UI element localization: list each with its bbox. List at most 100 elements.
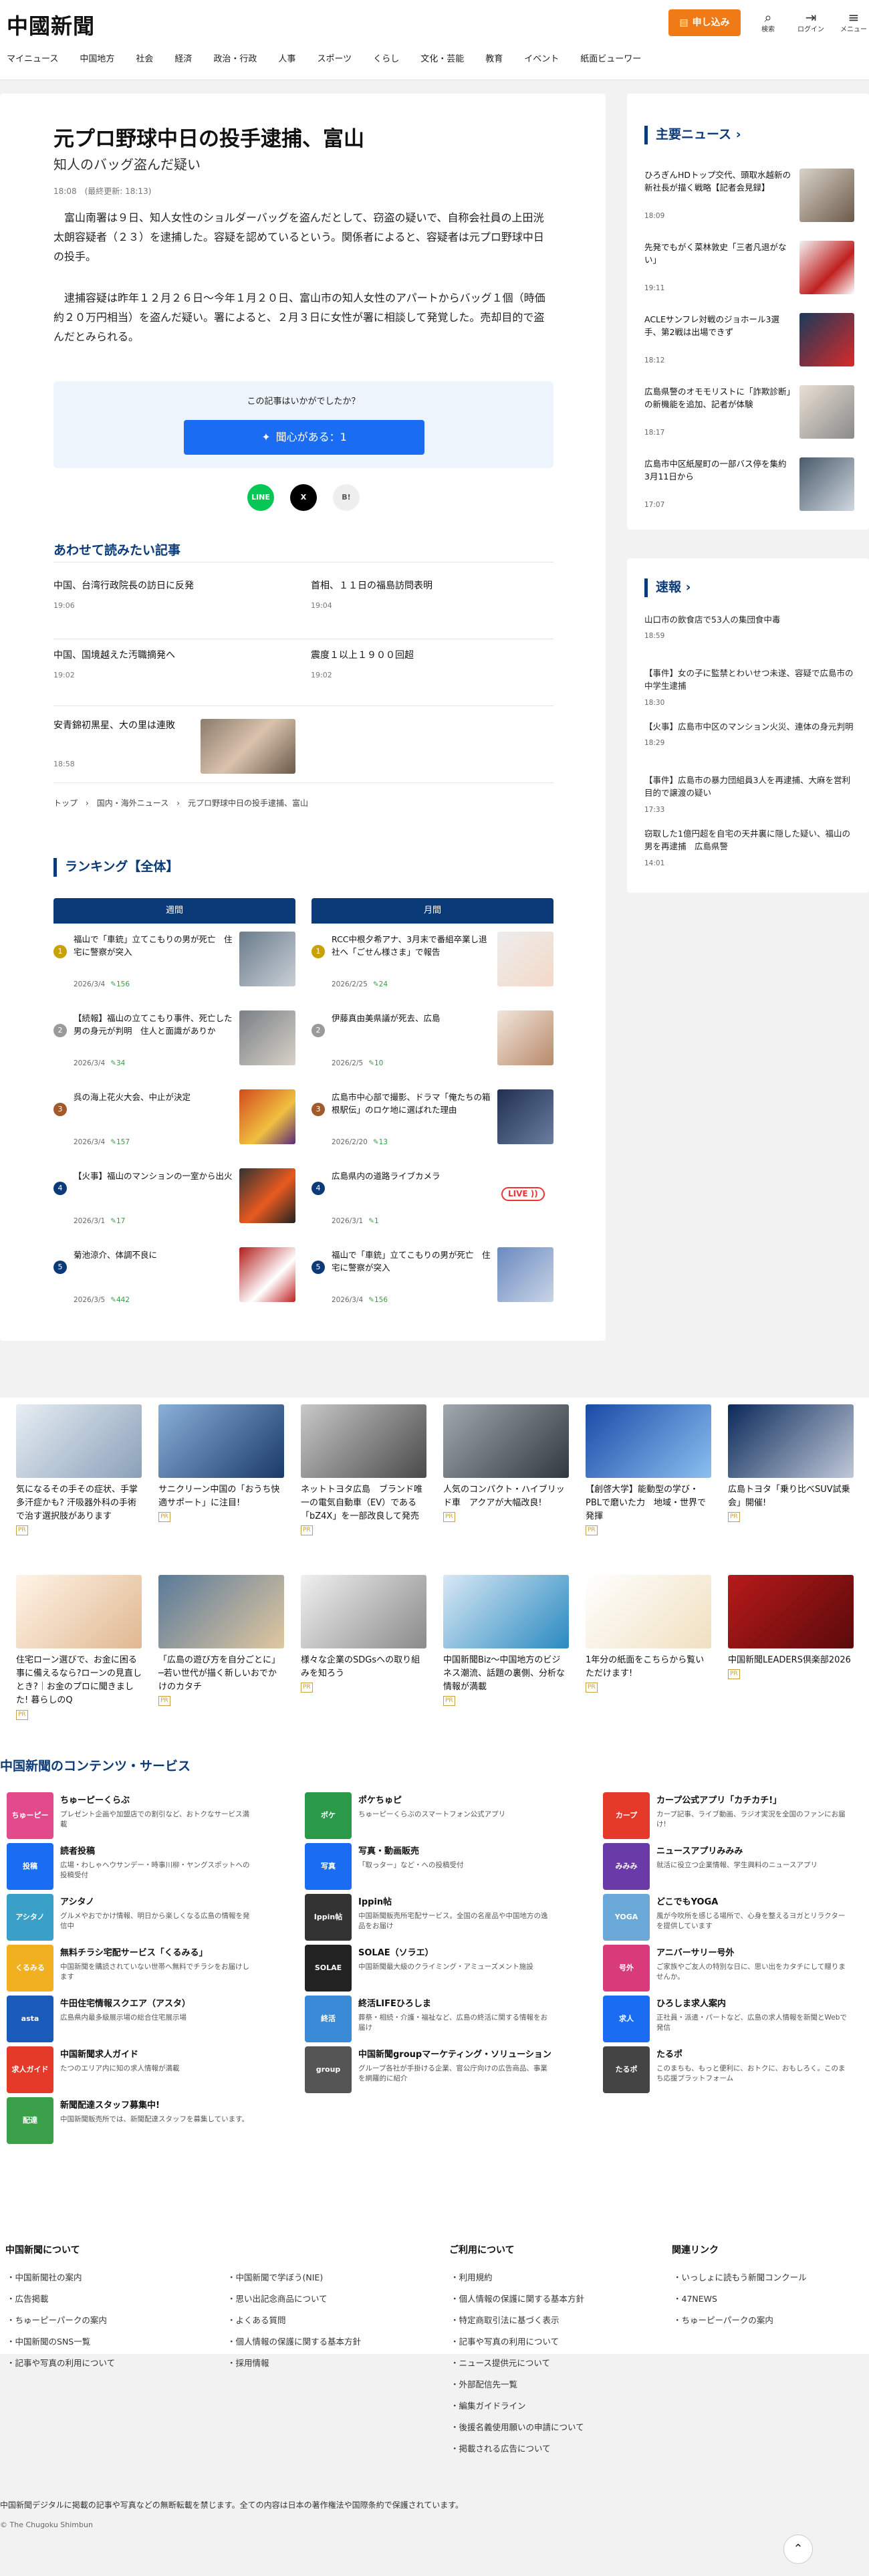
main-news-item[interactable]: 広島市中区紙屋町の一部バス停を集約 3月11日から 17:07 [644,457,858,515]
promo-image[interactable] [16,1575,142,1648]
service-item[interactable]: アシタノ アシタノ グルメやおでかけ情報、明日から楽しくなる広島の情報を発信中 [7,1894,261,1947]
service-logo[interactable]: 終活 [305,1996,352,2042]
promo-image[interactable] [443,1404,569,1478]
nav-item[interactable]: くらし [373,53,408,66]
promo-image[interactable] [586,1575,711,1648]
ranking-item[interactable]: 4 広島県内の道路ライブカメラ 2026/3/1 ✎1 LIVE )) [312,1160,553,1239]
service-logo[interactable]: ちゅーピー [7,1792,53,1839]
footer-link[interactable]: 広告掲載 [7,2288,115,2310]
promo-card[interactable]: ネットトヨタ広島 ブランド唯一の電気自動車（EV）である「bZ4X」を一部改良し… [301,1404,426,1536]
nav-item[interactable]: 人事 [278,53,305,66]
promo-card[interactable]: 人気のコンパクト・ハイブリッド車 アクアが大幅改良! PR [443,1404,569,1523]
main-news-item[interactable]: 先発でもがく菜林敦史「三者凡退がない」 19:11 [644,241,858,298]
service-item[interactable]: カープ カープ公式アプリ「カチカチ!」 カープ記事、ライブ動画、ラジオ実況を全国のフ… [603,1792,857,1846]
nav-item[interactable]: 政治・行政 [213,53,266,66]
related-item[interactable]: 震度１以上１９００回超 19:02 [311,649,558,681]
breaking-news-item[interactable]: 【火事】広島市中区のマンション火災、連体の身元判明 18:29 [644,720,858,775]
subscribe-button[interactable]: ▤ 申し込み [668,9,741,36]
footer-link[interactable]: 中国新聞社の案内 [7,2267,115,2288]
footer-link[interactable]: 個人情報の保護に関する基本方針 [451,2288,585,2310]
ranking-thumbnail[interactable] [239,1168,295,1223]
ranking-item[interactable]: 5 福山で「車銃」立てこもりの男が死亡 住宅に警察が突入 2026/3/4 ✎156 [312,1239,553,1318]
footer-link[interactable]: 利用規約 [451,2267,584,2288]
footer-link[interactable]: 特定商取引法に基づく表示 [451,2310,584,2331]
footer-link[interactable]: 中国新聞のSNS一覧 [7,2331,115,2353]
ranking-item[interactable]: 2 伊藤真由美県議が死去、広島 2026/2/5 ✎10 [312,1002,553,1081]
main-news-item[interactable]: 広島県警のオモモリストに「詐欺診断」の新機能を追加、記者が体験 18:17 [644,385,858,443]
service-logo[interactable]: group [305,2046,352,2093]
service-item[interactable]: 写真 写真・動画販売 「取っター」など・への投稿受付 [305,1843,559,1897]
service-item[interactable]: 配達 新聞配達スタッフ募集中! 中国新聞販売所では、新聞配達スタッフを募集しています… [7,2097,261,2151]
service-logo[interactable]: SOLAE [305,1945,352,1992]
nav-item[interactable]: 経済 [174,53,201,66]
promo-card[interactable]: 様々な企業のSDGsへの取り組みを知ろう PR [301,1575,426,1693]
nav-item[interactable]: マイニュース [7,53,68,66]
service-logo[interactable]: 求人 [603,1996,650,2042]
nav-item[interactable]: 紙面ビューワー [580,53,650,66]
promo-image[interactable] [158,1575,284,1648]
service-item[interactable]: みみみ ニュースアプリみみみ 就活に役立つ企業情報、学生興料のニュースアプリ [603,1843,857,1897]
nav-item[interactable]: 文化・芸能 [420,53,473,66]
main-news-thumbnail[interactable] [799,385,854,439]
promo-image[interactable] [586,1404,711,1478]
footer-link[interactable]: いっしょに読もう新聞コンクール [673,2267,807,2288]
service-item[interactable]: 投稿 読者投稿 広場・わしゃヘウサンデー・時事川柳・ヤングスポットへの投稿受付 [7,1843,261,1897]
main-news-thumbnail[interactable] [799,313,854,366]
footer-link[interactable]: 中国新聞で学ぼう(NIE) [227,2267,361,2288]
footer-link[interactable]: ちゅーピーパークの案内 [673,2310,807,2331]
service-logo[interactable]: 写真 [305,1843,352,1890]
main-news-thumbnail[interactable] [799,169,854,222]
promo-image[interactable] [728,1404,854,1478]
line-share-button[interactable]: LINE [247,484,274,511]
service-logo[interactable]: ポケ [305,1792,352,1839]
service-logo[interactable]: くるみる [7,1945,53,1992]
x-share-button[interactable]: X [290,484,317,511]
ranking-thumbnail[interactable] [239,1089,295,1144]
service-logo[interactable]: 投稿 [7,1843,53,1890]
breaking-news-heading[interactable]: 速報 › [644,578,691,597]
service-item[interactable]: たるポ たるポ このまちも、もっと便利に、おトクに、おもしろく。このまち応援プラット… [603,2046,857,2100]
service-logo[interactable]: Ippin帖 [305,1894,352,1941]
breaking-news-item[interactable]: 【事件】女の子に監禁とわいせつ未遂、容疑で広島市の中学生逮捕 18:30 [644,667,858,722]
ranking-item[interactable]: 1 福山で「車銃」立てこもりの男が死亡 住宅に警察が突入 2026/3/4 ✎156 [53,924,295,1002]
ranking-item[interactable]: 3 広島市中心部で撮影、ドラマ「俺たちの箱根駅伝」のロケ地に選ばれた理由 2026/… [312,1081,553,1160]
footer-link[interactable]: 採用情報 [227,2353,361,2374]
ranking-thumbnail[interactable] [239,1247,295,1302]
footer-link[interactable]: ちゅーピーパークの案内 [7,2310,115,2331]
service-item[interactable]: 求人 ひろしま求人案内 正社員・派遣・パートなど、広島の求人情報を新聞とWebで発信 [603,1996,857,2049]
promo-card[interactable]: 中国新聞LEADERS倶楽部2026 PR [728,1575,854,1680]
service-logo[interactable]: YOGA [603,1894,650,1941]
footer-link[interactable]: よくある質問 [227,2310,361,2331]
main-news-item[interactable]: ACLEサンフレ対戦のジョホール3選手、第2戦は出場できず 18:12 [644,313,858,370]
search-button[interactable]: ⌕ 検索 [754,9,782,35]
nav-item[interactable]: イベント [524,53,568,66]
ranking-thumbnail[interactable] [497,932,553,986]
related-item[interactable]: 中国、台湾行政院長の訪日に反発 19:06 [53,579,301,611]
service-logo[interactable]: カープ [603,1792,650,1839]
ranking-item[interactable]: 4 【火事】福山のマンションの一室から出火 2026/3/1 ✎17 [53,1160,295,1239]
footer-link[interactable]: 記事や写真の利用について [7,2353,116,2374]
ranking-item[interactable]: 2 【続報】福山の立てこもり事件、死亡した男の身元が判明 住人と面識がありか 202… [53,1002,295,1081]
feedback-button[interactable]: ✦ 聞心がある：1 [184,420,424,455]
promo-card[interactable]: 1年分の紙面をこちらから覧いただけます! PR [586,1575,711,1693]
main-news-thumbnail[interactable] [799,241,854,294]
ranking-thumbnail[interactable] [239,932,295,986]
ranking-thumbnail[interactable]: LIVE )) [497,1168,553,1223]
service-logo[interactable]: 号外 [603,1945,650,1992]
footer-link[interactable]: 47NEWS [673,2288,807,2310]
promo-card[interactable]: 気になるその手その症状、手掌多汗症かも? 汗吸器外科の手術で治す選択肢があります… [16,1404,142,1536]
hatena-share-button[interactable]: B! [333,484,360,511]
related-thumbnail[interactable] [201,719,295,774]
promo-card[interactable]: 【創啓大学】能動型の学び・PBLで磨いた力 地域・世界で発揮 PR [586,1404,711,1536]
service-logo[interactable]: たるポ [603,2046,650,2093]
promo-card[interactable]: 中国新聞Biz～中国地方のビジネス潮流、話題の裏側、分析な情報が満載 PR [443,1575,569,1707]
main-news-heading[interactable]: 主要ニュース › [644,126,741,144]
promo-image[interactable] [158,1404,284,1478]
service-item[interactable]: 終活 終活LIFEひろしま 葬祭・相続・介護・福祉など、広島の終活に関する情報をお届… [305,1996,559,2049]
footer-link[interactable]: 個人情報の保護に関する基本方針 [227,2331,362,2353]
ranking-thumbnail[interactable] [497,1010,553,1065]
promo-card[interactable]: 広島トヨタ「乗り比べSUV試乗会」開催! PR [728,1404,854,1523]
ranking-item[interactable]: 3 呉の海上花火大会、中止が決定 2026/3/4 ✎157 [53,1081,295,1160]
promo-image[interactable] [301,1404,426,1478]
breaking-news-item[interactable]: 山口市の飲食店で53人の集団食中毒 18:59 [644,613,858,668]
